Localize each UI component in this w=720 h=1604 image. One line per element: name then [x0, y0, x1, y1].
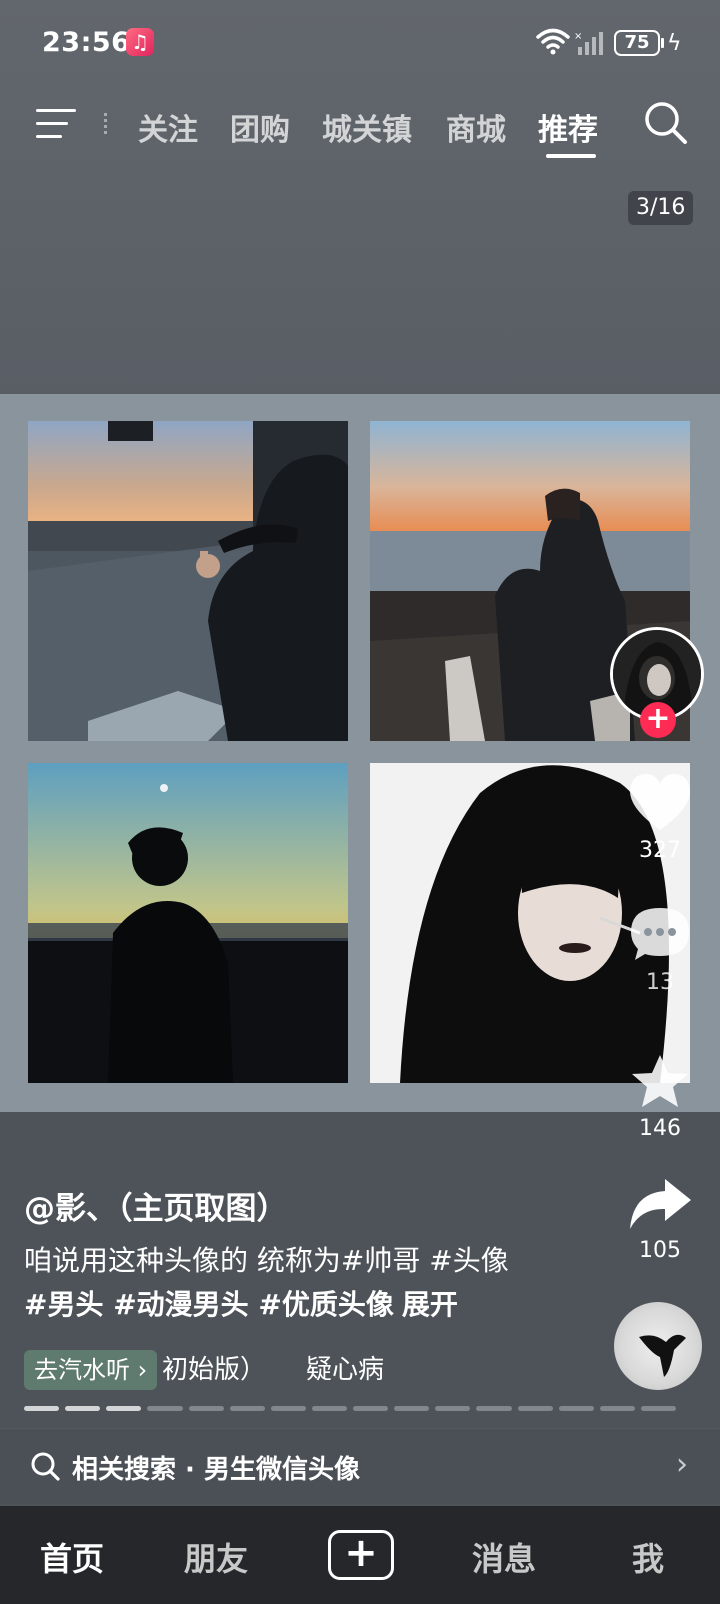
- image-counter: 3/16: [628, 191, 694, 225]
- comment-icon: [631, 908, 689, 960]
- progress-segment: [476, 1406, 512, 1411]
- music-app-icon: ♫: [126, 28, 154, 56]
- photo-train-window[interactable]: [28, 421, 348, 741]
- music-disc-icon[interactable]: [614, 1302, 702, 1390]
- caption-line-1: 咱说用这种头像的 统称为#帅哥 #头像: [24, 1244, 509, 1277]
- share-count: 105: [639, 1238, 681, 1263]
- search-icon[interactable]: [642, 99, 690, 147]
- image-progress-bar: [24, 1406, 676, 1411]
- wifi-icon: [536, 28, 570, 55]
- music-chip-label: 去汽水听: [34, 1356, 130, 1384]
- star-icon: [632, 1055, 688, 1107]
- progress-segment: [435, 1406, 471, 1411]
- progress-segment: [24, 1406, 60, 1411]
- like-button[interactable]: 327: [618, 772, 702, 863]
- music-app-chip[interactable]: 去汽水听 ›: [24, 1350, 158, 1390]
- signal-icon: ×: [574, 31, 603, 55]
- follow-button[interactable]: +: [640, 702, 676, 738]
- progress-segment: [147, 1406, 183, 1411]
- battery-tip: [661, 38, 664, 48]
- nav-home[interactable]: 首页: [40, 1534, 104, 1580]
- progress-segment: [106, 1406, 142, 1411]
- progress-segment: [394, 1406, 430, 1411]
- expand-button[interactable]: 展开: [402, 1288, 458, 1321]
- related-search-bar[interactable]: 相关搜索 · 男生微信头像 ›: [0, 1428, 720, 1504]
- chevron-right-icon: ›: [130, 1356, 148, 1384]
- progress-segment: [558, 1406, 594, 1411]
- progress-segment: [599, 1406, 635, 1411]
- share-icon: [630, 1179, 691, 1229]
- nav-friends[interactable]: 朋友: [184, 1534, 248, 1580]
- nav-divider: [104, 113, 107, 135]
- caption-line-2: #男头 #动漫男头 #优质头像 展开: [24, 1283, 458, 1323]
- charging-icon: ϟ: [667, 31, 682, 56]
- photo-silhouette-dusk[interactable]: [28, 763, 348, 1083]
- status-time: 23:56: [42, 27, 131, 58]
- tab-follow[interactable]: 关注: [138, 105, 198, 149]
- progress-segment: [353, 1406, 389, 1411]
- progress-segment: [270, 1406, 306, 1411]
- progress-segment: [65, 1406, 101, 1411]
- music-title-part-2[interactable]: 疑心病: [306, 1350, 384, 1390]
- create-post-button[interactable]: +: [328, 1530, 394, 1580]
- favorite-button[interactable]: 146: [618, 1052, 702, 1141]
- related-search-label: 相关搜索 · 男生微信头像: [72, 1455, 360, 1485]
- comment-button[interactable]: 13: [618, 904, 702, 995]
- progress-segment: [640, 1406, 676, 1411]
- music-title-part-1[interactable]: 初始版）: [162, 1350, 266, 1390]
- search-icon: [31, 1452, 60, 1481]
- favorite-count: 146: [639, 1116, 681, 1141]
- like-count: 327: [639, 838, 681, 863]
- active-tab-indicator: [546, 154, 596, 158]
- progress-segment: [188, 1406, 224, 1411]
- heart-icon: [629, 774, 691, 830]
- battery-icon: 75: [614, 30, 660, 56]
- tab-mall[interactable]: 商城: [446, 105, 506, 149]
- status-bar: 23:56 ♫ × 75 ϟ: [0, 0, 720, 88]
- share-button[interactable]: 105: [618, 1176, 702, 1263]
- top-nav: 关注 团购 城关镇 商城 推荐: [0, 95, 720, 165]
- nav-me[interactable]: 我: [632, 1534, 664, 1580]
- chevron-right-icon: ›: [676, 1447, 688, 1482]
- caption-hashtags[interactable]: #男头 #动漫男头 #优质头像: [24, 1288, 394, 1321]
- progress-segment: [229, 1406, 265, 1411]
- nav-messages[interactable]: 消息: [472, 1534, 536, 1580]
- tab-recommend[interactable]: 推荐: [538, 105, 598, 149]
- menu-icon[interactable]: [36, 107, 78, 141]
- tab-local[interactable]: 城关镇: [322, 105, 412, 149]
- comment-count: 13: [646, 970, 674, 995]
- svg-text:×: ×: [574, 31, 582, 42]
- author-name[interactable]: @影、（主页取图）: [24, 1183, 288, 1228]
- progress-segment: [517, 1406, 553, 1411]
- progress-segment: [311, 1406, 347, 1411]
- tab-group-buy[interactable]: 团购: [230, 105, 290, 149]
- bottom-nav: 首页 朋友 + 消息 我: [0, 1506, 720, 1604]
